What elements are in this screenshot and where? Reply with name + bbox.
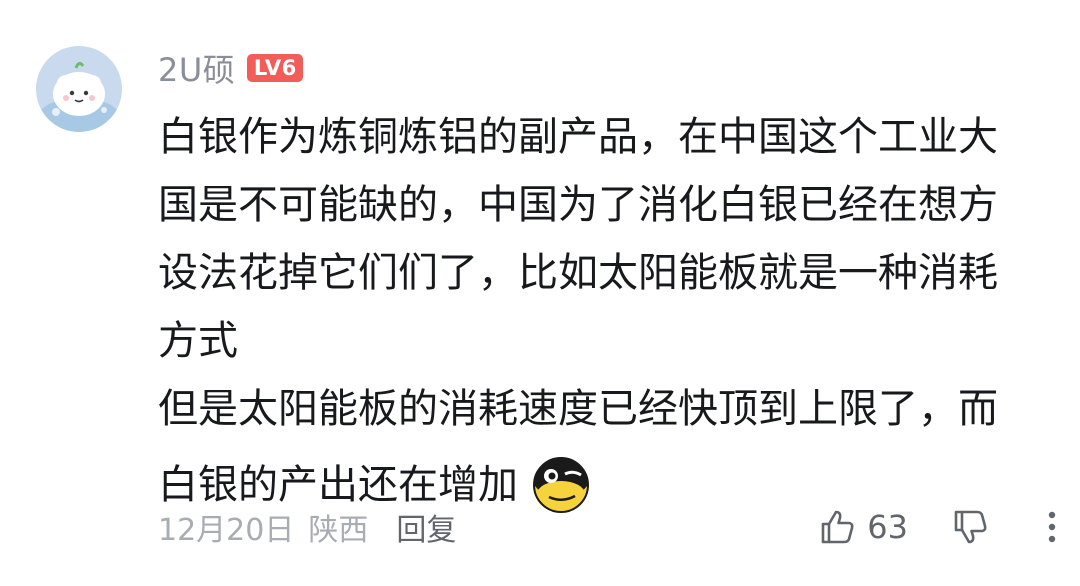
thumbs-down-icon xyxy=(954,510,987,544)
more-button[interactable] xyxy=(1046,507,1058,547)
comment-location: 陕西 xyxy=(308,513,369,548)
dislike-button[interactable] xyxy=(950,507,990,547)
like-count: 63 xyxy=(867,508,908,546)
thumbs-up-icon xyxy=(821,510,854,544)
comment-line: 设法花掉它们们了，比如太阳能板就是一种消耗 xyxy=(158,250,998,296)
comment-date: 12月20日 xyxy=(158,513,295,548)
doge-emoji-icon xyxy=(532,456,590,514)
like-button[interactable]: 63 xyxy=(817,507,908,547)
comment-line: 但是太阳能板的消耗速度已经快顶到上限了，而 xyxy=(158,386,998,432)
comment-header: 2U硕 LV6 xyxy=(158,45,304,91)
avatar[interactable] xyxy=(36,46,122,132)
comment-actions: 63 xyxy=(817,502,1058,552)
comment-footer: 12月20日 陕西 回复 xyxy=(158,504,456,550)
more-vertical-icon xyxy=(1048,511,1056,543)
level-badge: LV6 xyxy=(247,54,304,82)
comment-content: 白银作为炼铜炼铝的副产品，在中国这个工业大 国是不可能缺的，中国为了消化白银已经… xyxy=(158,103,1058,519)
avatar-image xyxy=(36,46,122,132)
comment-line: 白银作为炼铜炼铝的副产品，在中国这个工业大 xyxy=(158,114,998,160)
reply-button[interactable]: 回复 xyxy=(396,505,456,549)
comment-line: 方式 xyxy=(158,318,238,364)
comment-line: 国是不可能缺的，中国为了消化白银已经在想方 xyxy=(158,182,998,228)
username[interactable]: 2U硕 xyxy=(158,45,235,91)
